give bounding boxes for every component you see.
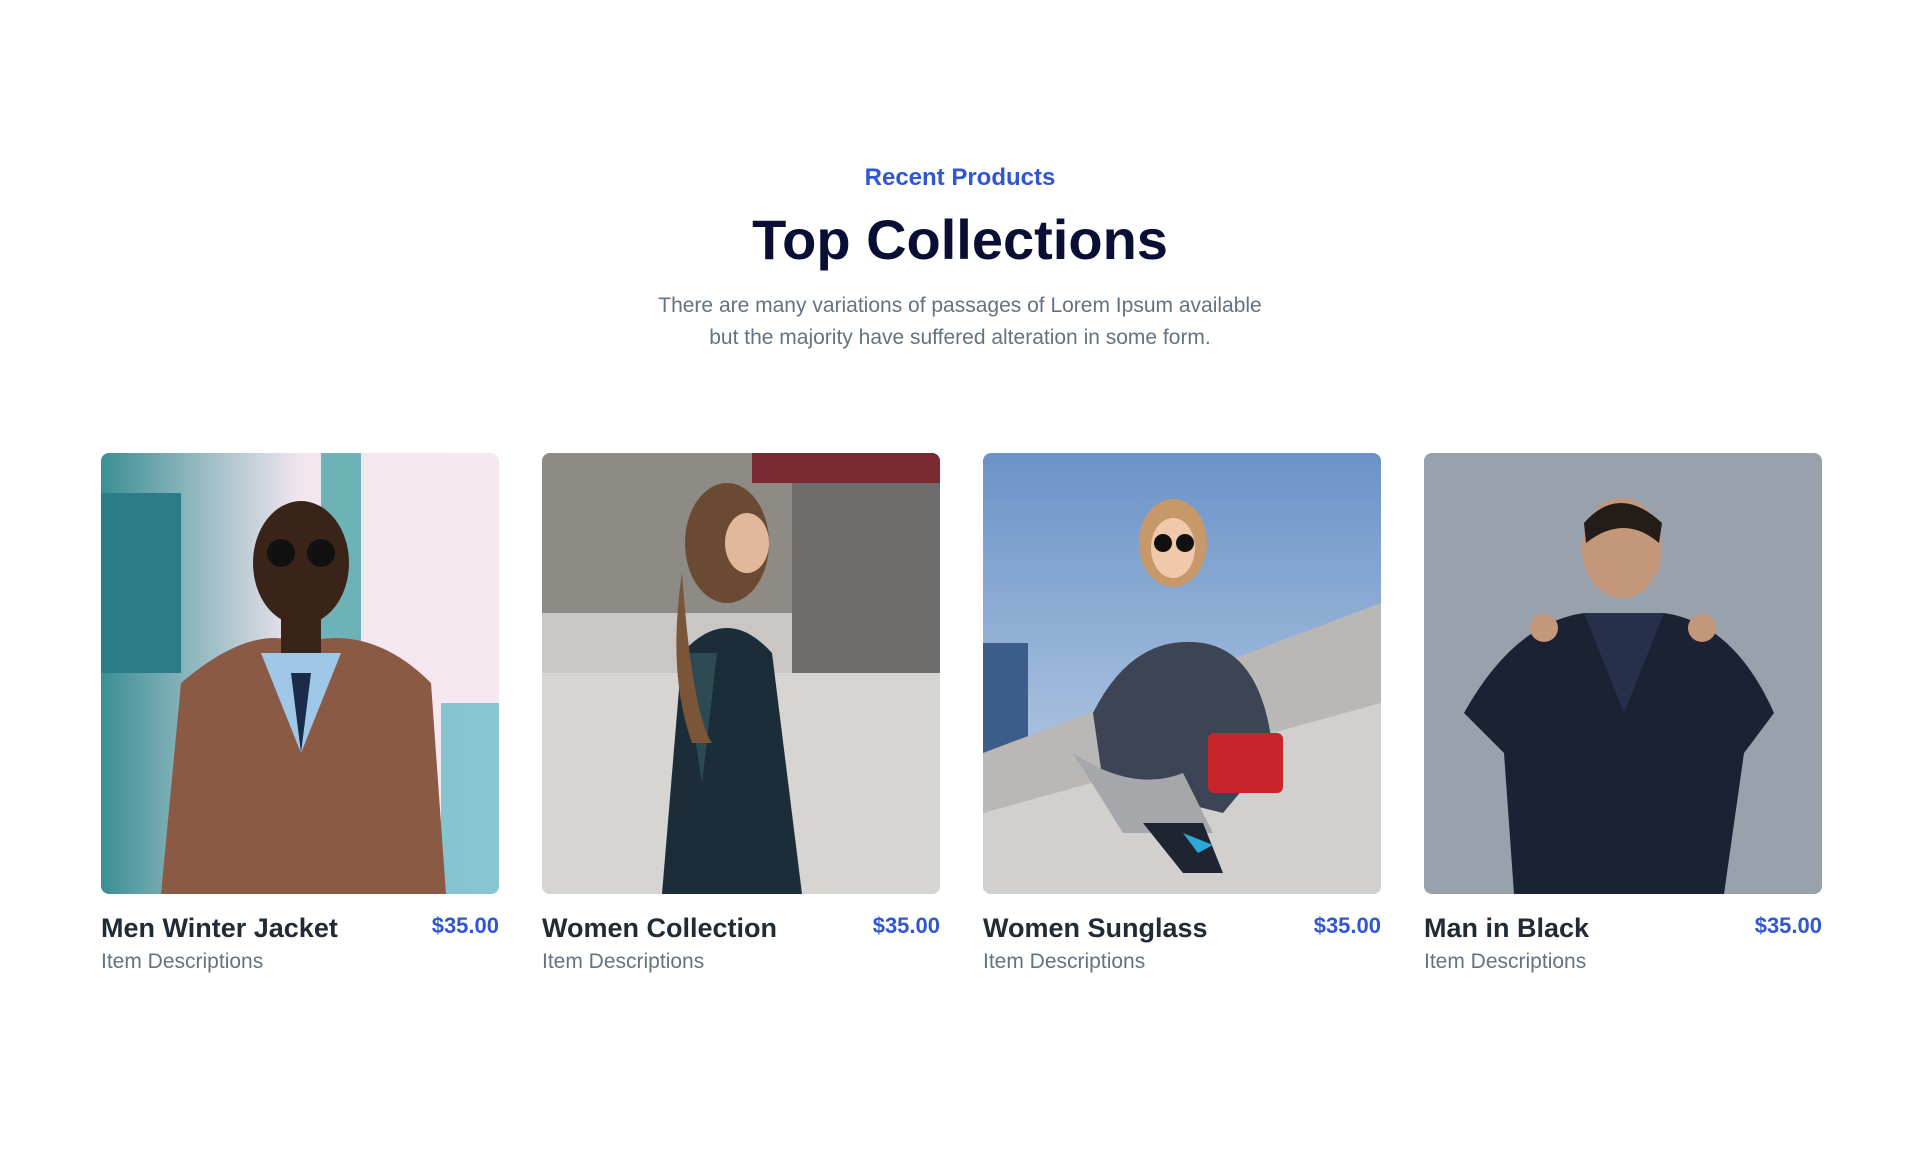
product-price: $35.00 [1754, 913, 1822, 938]
product-price: $35.00 [431, 913, 499, 938]
product-image[interactable] [983, 453, 1381, 894]
description-line-1: There are many variations of passages of… [658, 294, 1262, 317]
product-card[interactable]: Man in Black $35.00 Item Descriptions [1424, 453, 1822, 977]
section-header: Recent Products Top Collections There ar… [0, 162, 1920, 354]
product-price: $35.00 [1313, 913, 1381, 938]
section-description: There are many variations of passages of… [620, 290, 1300, 354]
product-name[interactable]: Men Winter Jacket [101, 911, 338, 945]
product-meta: Man in Black $35.00 [1424, 911, 1822, 945]
section-title: Top Collections [752, 208, 1168, 271]
product-description: Item Descriptions [983, 950, 1146, 973]
product-price: $35.00 [872, 913, 940, 938]
product-card[interactable]: Women Sunglass $35.00 Item Descriptions [983, 453, 1381, 977]
product-meta: Men Winter Jacket $35.00 [101, 911, 499, 945]
woman-sunglass-photo [983, 453, 1381, 894]
product-description: Item Descriptions [1424, 950, 1587, 973]
product-meta: Women Collection $35.00 [542, 911, 940, 945]
product-image[interactable] [542, 453, 940, 894]
man-jacket-photo [101, 453, 499, 894]
product-card[interactable]: Men Winter Jacket $35.00 Item Descriptio… [101, 453, 499, 977]
product-description: Item Descriptions [101, 950, 264, 973]
product-card[interactable]: Women Collection $35.00 Item Description… [542, 453, 940, 977]
section-eyebrow: Recent Products [864, 164, 1056, 191]
product-name[interactable]: Man in Black [1424, 911, 1589, 945]
man-black-photo [1424, 453, 1822, 894]
woman-coat-photo [542, 453, 940, 894]
product-image[interactable] [101, 453, 499, 894]
product-image[interactable] [1424, 453, 1822, 894]
product-name[interactable]: Women Collection [542, 911, 777, 945]
product-grid: Men Winter Jacket $35.00 Item Descriptio… [101, 453, 1822, 977]
products-section: Recent Products Top Collections There ar… [0, 0, 1920, 1154]
product-description: Item Descriptions [542, 950, 705, 973]
description-line-2: but the majority have suffered alteratio… [709, 326, 1211, 349]
product-name[interactable]: Women Sunglass [983, 911, 1208, 945]
product-meta: Women Sunglass $35.00 [983, 911, 1381, 945]
